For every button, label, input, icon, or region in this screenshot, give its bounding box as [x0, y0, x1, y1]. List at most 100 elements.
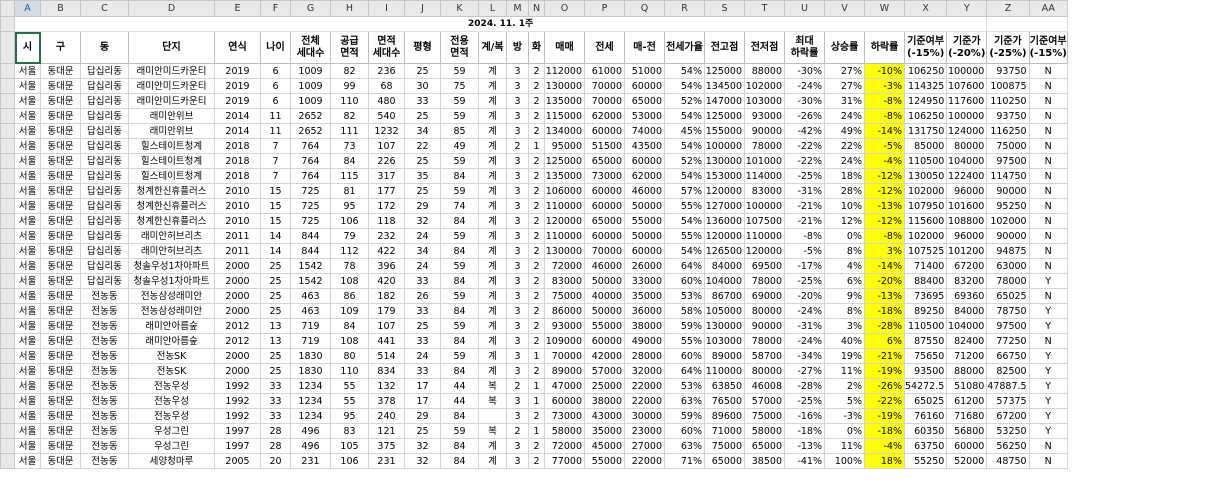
column-header-w[interactable]: W	[864, 0, 905, 17]
data-cell[interactable]: 130050	[903, 168, 948, 184]
header-cell[interactable]: 구	[40, 31, 81, 64]
data-cell[interactable]: 110000	[704, 363, 745, 379]
data-cell[interactable]: 2010	[214, 198, 261, 214]
column-header-g[interactable]: G	[290, 0, 331, 17]
row-header[interactable]	[0, 438, 15, 454]
data-cell[interactable]: 93500	[903, 363, 948, 379]
column-header-j[interactable]: J	[404, 0, 441, 17]
data-cell[interactable]: -21%	[784, 213, 825, 229]
data-cell[interactable]: 서울	[14, 453, 41, 469]
data-cell[interactable]: 22000	[624, 393, 665, 409]
data-cell[interactable]: 계	[478, 363, 507, 379]
data-cell[interactable]: 계	[478, 438, 507, 454]
data-cell[interactable]: 40000	[584, 288, 625, 304]
data-cell[interactable]: -22%	[784, 138, 825, 154]
data-cell[interactable]: N	[1028, 258, 1068, 274]
data-cell[interactable]: 전농우성	[128, 393, 215, 409]
data-cell[interactable]: 18%	[864, 453, 905, 469]
data-cell[interactable]: 86	[330, 288, 369, 304]
data-cell[interactable]: 84	[330, 153, 369, 169]
data-cell[interactable]: 55%	[664, 198, 705, 214]
data-cell[interactable]: 120000	[704, 183, 745, 199]
data-cell[interactable]: 78750	[986, 303, 1030, 319]
data-cell[interactable]: 65000	[704, 453, 745, 469]
data-cell[interactable]: 9%	[824, 288, 865, 304]
data-cell[interactable]: 104000	[946, 318, 988, 334]
data-cell[interactable]: 답십리동	[80, 168, 129, 184]
data-cell[interactable]: -28%	[864, 318, 905, 334]
data-cell[interactable]: 67200	[946, 258, 988, 274]
data-cell[interactable]: 11	[260, 108, 291, 124]
data-cell[interactable]: 49000	[624, 333, 665, 349]
data-cell[interactable]: 96000	[946, 228, 988, 244]
header-cell[interactable]: 전용 면적	[440, 31, 479, 64]
data-cell[interactable]: 1	[528, 423, 545, 439]
data-cell[interactable]: 청계한신휴플러스	[128, 198, 215, 214]
data-cell[interactable]: 134000	[544, 123, 585, 139]
data-cell[interactable]: 복	[478, 378, 507, 394]
data-cell[interactable]: 56800	[946, 423, 988, 439]
header-cell[interactable]: 전세가율	[664, 31, 705, 64]
data-cell[interactable]: 래미안아름숲	[128, 318, 215, 334]
header-cell[interactable]: 전고점	[704, 31, 745, 64]
data-cell[interactable]: 107	[368, 318, 405, 334]
data-cell[interactable]: 22000	[624, 453, 665, 469]
data-cell[interactable]: 19%	[824, 348, 865, 364]
data-cell[interactable]: 동대문	[40, 93, 81, 109]
data-cell[interactable]: 88000	[946, 363, 988, 379]
data-cell[interactable]: 105	[330, 438, 369, 454]
data-cell[interactable]: 107950	[903, 198, 948, 214]
data-cell[interactable]: -24%	[784, 303, 825, 319]
data-cell[interactable]: -12%	[864, 183, 905, 199]
data-cell[interactable]: 24	[404, 228, 441, 244]
data-cell[interactable]: 서울	[14, 138, 41, 154]
data-cell[interactable]: 우성그린	[128, 438, 215, 454]
data-cell[interactable]: 74	[440, 198, 479, 214]
data-cell[interactable]: 동대문	[40, 78, 81, 94]
data-cell[interactable]: 59	[440, 153, 479, 169]
data-cell[interactable]: 세양청마루	[128, 453, 215, 469]
data-cell[interactable]: 106250	[903, 108, 948, 124]
data-cell[interactable]: 84	[440, 333, 479, 349]
data-cell[interactable]: 3	[506, 393, 529, 409]
data-cell[interactable]: 64%	[664, 258, 705, 274]
data-cell[interactable]: 107600	[946, 78, 988, 94]
data-cell[interactable]: -26%	[864, 378, 905, 394]
data-cell[interactable]: 43000	[584, 408, 625, 424]
data-cell[interactable]: 33	[404, 93, 441, 109]
data-cell[interactable]: -41%	[784, 453, 825, 469]
header-cell[interactable]: 방	[506, 31, 529, 64]
header-cell[interactable]: 매-전	[624, 31, 665, 64]
data-cell[interactable]: 7	[260, 168, 291, 184]
data-cell[interactable]: 25	[260, 363, 291, 379]
data-cell[interactable]: 1	[528, 393, 545, 409]
data-cell[interactable]: 25	[260, 303, 291, 319]
data-cell[interactable]: 106000	[544, 183, 585, 199]
column-header-u[interactable]: U	[784, 0, 825, 17]
data-cell[interactable]: 85	[440, 123, 479, 139]
data-cell[interactable]: 1992	[214, 408, 261, 424]
data-cell[interactable]: 106	[330, 213, 369, 229]
data-cell[interactable]: 1009	[290, 93, 331, 109]
data-cell[interactable]: 2000	[214, 258, 261, 274]
data-cell[interactable]: 463	[290, 303, 331, 319]
data-cell[interactable]: 73000	[584, 168, 625, 184]
data-cell[interactable]: 120000	[744, 243, 785, 259]
data-cell[interactable]: 힐스테이트청계	[128, 153, 215, 169]
header-cell[interactable]: 동	[80, 31, 129, 64]
data-cell[interactable]: 계	[478, 288, 507, 304]
header-cell[interactable]: 단지	[128, 31, 215, 64]
data-cell[interactable]: 719	[290, 318, 331, 334]
data-cell[interactable]: 청계한신휴플러스	[128, 183, 215, 199]
data-cell[interactable]: -18%	[864, 423, 905, 439]
data-cell[interactable]: 25	[404, 108, 441, 124]
row-header[interactable]	[0, 333, 15, 349]
data-cell[interactable]: Y	[1028, 393, 1068, 409]
data-cell[interactable]: 54%	[664, 168, 705, 184]
data-cell[interactable]: 2018	[214, 168, 261, 184]
data-cell[interactable]: 계	[478, 273, 507, 289]
data-cell[interactable]: 65000	[624, 93, 665, 109]
data-cell[interactable]: 34	[404, 123, 441, 139]
data-cell[interactable]: 6%	[824, 273, 865, 289]
data-cell[interactable]: 84000	[704, 258, 745, 274]
